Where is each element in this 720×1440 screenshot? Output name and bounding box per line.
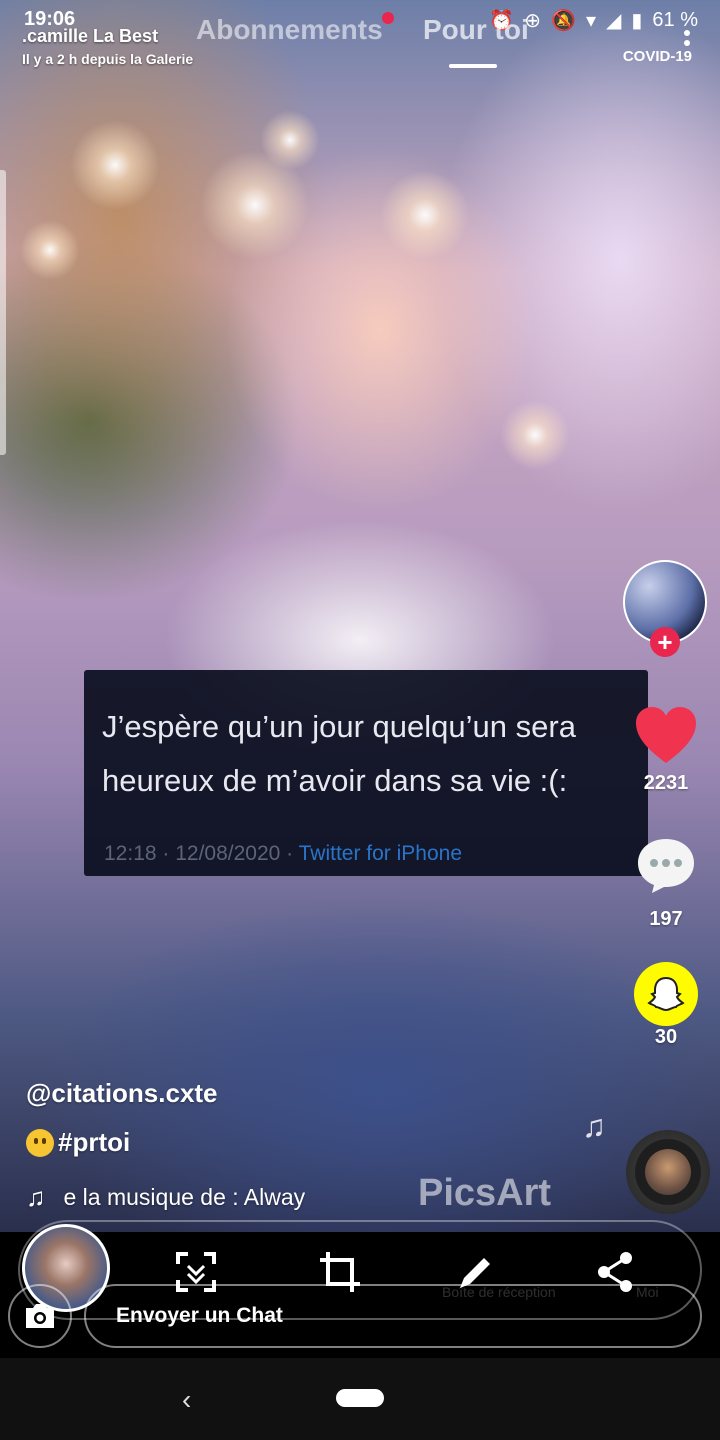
picsart-watermark: PicsArt xyxy=(418,1172,552,1214)
comment-icon xyxy=(638,839,694,893)
video-background[interactable] xyxy=(0,0,720,1232)
home-pill-icon[interactable] xyxy=(336,1389,384,1407)
music-info[interactable]: ♫ e la musique de : Alway xyxy=(26,1182,305,1213)
floating-music-note-icon: ♫ xyxy=(582,1108,606,1144)
smiley-emoji-icon xyxy=(26,1128,54,1157)
camera-icon xyxy=(26,1304,54,1328)
tab-for-you[interactable]: Pour toi xyxy=(423,14,529,46)
snapchat-reply-panel: Boîte de réception Moi Envoyer un Chat xyxy=(0,1220,720,1358)
sparkle-effect xyxy=(70,120,160,210)
notification-dot xyxy=(382,12,394,24)
heart-icon xyxy=(636,707,696,763)
music-title: e la musique de : Alway xyxy=(63,1184,306,1210)
camera-button[interactable] xyxy=(8,1284,72,1348)
like-button[interactable] xyxy=(634,705,698,765)
back-icon[interactable]: ‹ xyxy=(182,1384,191,1416)
story-progress-handle xyxy=(0,170,6,455)
caption-hashtags: #prtoi xyxy=(26,1127,218,1158)
music-disc-cover xyxy=(645,1149,691,1195)
comment-count: 197 xyxy=(649,908,683,930)
active-tab-indicator xyxy=(449,64,497,68)
tweet-text: J’espère qu’un jour quelqu’un sera heure… xyxy=(102,709,576,798)
share-count: 30 xyxy=(654,1026,678,1048)
snapchat-share-button[interactable] xyxy=(634,962,698,1026)
covid-link[interactable]: COVID-19 xyxy=(623,48,692,65)
system-nav-bar: ‹ xyxy=(0,1358,720,1440)
more-options-icon[interactable] xyxy=(684,30,690,50)
sparkle-effect xyxy=(500,400,570,470)
chat-input[interactable]: Envoyer un Chat xyxy=(84,1284,702,1348)
caption-username[interactable]: @citations.cxte xyxy=(26,1078,218,1109)
like-count: 2231 xyxy=(643,772,689,794)
story-header: .camille La Best Il y a 2 h depuis la Ga… xyxy=(22,26,193,67)
tab-following[interactable]: Abonnements xyxy=(196,14,383,46)
sparkle-effect xyxy=(260,110,320,170)
follow-plus-icon[interactable]: + xyxy=(650,627,680,657)
tweet-time: 12:18 · 12/08/2020 · xyxy=(104,842,299,865)
music-note-icon: ♫ xyxy=(26,1182,46,1212)
sparkle-effect xyxy=(380,170,470,260)
story-meta: Il y a 2 h depuis la Galerie xyxy=(22,51,194,67)
tweet-meta: 12:18 · 12/08/2020 · Twitter for iPhone xyxy=(104,842,462,866)
snapchat-ghost-icon xyxy=(647,976,685,1012)
hashtag-link[interactable]: #prtoi xyxy=(58,1127,130,1158)
tweet-client: Twitter for iPhone xyxy=(298,842,463,865)
sparkle-effect xyxy=(20,220,80,280)
story-username[interactable]: .camille La Best xyxy=(22,26,193,47)
music-disc[interactable] xyxy=(626,1130,710,1214)
chat-input-placeholder: Envoyer un Chat xyxy=(116,1304,283,1327)
tweet-card: J’espère qu’un jour quelqu’un sera heure… xyxy=(84,670,648,876)
video-caption: @citations.cxte #prtoi xyxy=(26,1078,218,1158)
comment-button[interactable] xyxy=(636,838,696,894)
